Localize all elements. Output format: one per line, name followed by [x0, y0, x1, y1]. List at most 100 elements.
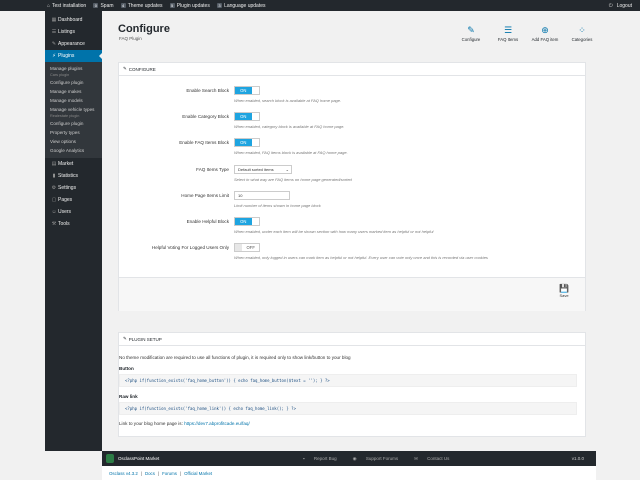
categories-icon: ⁘ — [578, 25, 586, 35]
home-link-text: Link to your blog home page is: https://… — [119, 421, 250, 426]
field-label: Helpful Voting For Logged Users Only — [151, 245, 229, 250]
sidebar-item-statistics[interactable]: ▮ Statistics — [45, 170, 102, 182]
logout-link[interactable]: ⏻ Logout — [607, 0, 632, 11]
home-link[interactable]: https://dev7.abprofitcade.eu/faq/ — [184, 421, 250, 426]
plugin-setup-panel: ✎ PLUGIN SETUP No theme modification are… — [118, 332, 586, 437]
sidebar-item-listings[interactable]: ☰ Listings — [45, 26, 102, 38]
osclass-version-link[interactable]: Osclass v4.3.2 — [109, 471, 138, 476]
toggle-state: OFF — [242, 244, 259, 251]
submenu-view-options[interactable]: View options — [45, 137, 102, 146]
raw-link-code-snippet[interactable]: <?php if(function_exists('faq_home_link'… — [119, 402, 577, 415]
sidebar-item-label: Plugins — [58, 53, 75, 59]
enable-search-block-toggle[interactable]: ON — [234, 86, 260, 95]
docs-link[interactable]: Docs — [145, 471, 155, 476]
wrench-icon: ✎ — [123, 336, 127, 341]
button-section-title: Button — [119, 366, 134, 371]
plugin-updates-label: Plugin updates — [176, 2, 210, 9]
users-icon: ☺ — [51, 209, 57, 215]
support-forums-link[interactable]: ◉ Support Forums — [353, 456, 406, 462]
helpful-voting-logged-only-toggle[interactable]: OFF — [234, 243, 260, 252]
contact-us-link[interactable]: ✉ Contact Us — [414, 456, 457, 462]
sidebar-item-dashboard[interactable]: ▦ Dashboard — [45, 14, 102, 26]
separator: | — [179, 470, 182, 476]
add-faq-item-button[interactable]: ⊕ Add FAQ item — [531, 23, 559, 42]
listings-icon: ☰ — [51, 29, 57, 35]
separator: | — [157, 470, 160, 476]
select-value: Default sorted items — [238, 167, 274, 172]
button-code-snippet[interactable]: <?php if(function_exists('faq_home_butto… — [119, 374, 577, 387]
raw-link-section-title: Raw link — [119, 394, 138, 399]
enable-category-block-toggle[interactable]: ON — [234, 112, 260, 121]
sidebar-item-plugins[interactable]: ⚡ Plugins — [45, 50, 102, 62]
configure-button[interactable]: ✎ Configure — [457, 23, 485, 42]
language-updates-link[interactable]: 3 Language updates — [216, 3, 266, 9]
submenu-property-types[interactable]: Property types — [45, 128, 102, 137]
footer-version: v1.0.0 — [571, 456, 584, 461]
wrench-icon: ✎ — [123, 66, 127, 71]
theme-updates-badge: 4 — [120, 3, 126, 8]
sidebar-item-tools[interactable]: ⚒ Tools — [45, 218, 102, 230]
submenu-manage-models[interactable]: Manage models — [45, 96, 102, 105]
configure-panel: ✎ CONFIGURE Enable Search Block ON When … — [118, 62, 586, 311]
toggle-state: ON — [235, 218, 252, 225]
faq-items-type-select[interactable]: Default sorted items ⌄ — [234, 165, 292, 174]
save-area: 💾 Save — [119, 277, 585, 311]
site-name: Test installation — [52, 2, 87, 9]
osclass-subfooter: Osclass v4.3.2 | Docs | Forums | Officia… — [102, 466, 596, 480]
toggle-state: ON — [235, 87, 252, 94]
spam-link[interactable]: 0 Spam — [93, 2, 114, 9]
osclasspoint-logo-icon — [106, 454, 114, 463]
sidebar-item-users[interactable]: ☺ Users — [45, 206, 102, 218]
official-market-link[interactable]: Official Market — [184, 471, 212, 476]
statistics-icon: ▮ — [52, 173, 56, 179]
configure-panel-heading: ✎ CONFIGURE — [119, 63, 585, 76]
setup-intro: No theme modification are required to us… — [119, 355, 351, 360]
theme-updates-link[interactable]: 4 Theme updates — [120, 2, 163, 9]
faq-items-button[interactable]: ☰ FAQ Items — [494, 23, 522, 42]
plugins-submenu: Manage plugins Cars plugin Configure plu… — [45, 62, 102, 158]
field-help: When enabled, search block is available … — [234, 98, 342, 103]
spam-count-badge: 0 — [93, 3, 99, 8]
sidebar-item-appearance[interactable]: ✎ Appearance — [45, 38, 102, 50]
save-button[interactable]: 💾 Save — [557, 284, 571, 304]
sidebar-item-label: Dashboard — [58, 17, 83, 23]
field-label: Enable FAQ Items Block — [179, 140, 229, 145]
spam-label: Spam — [100, 2, 114, 9]
submenu-manage-vehicle-types[interactable]: Manage vehicle types — [45, 105, 102, 114]
envelope-icon: ✉ — [414, 456, 420, 461]
enable-faq-items-block-toggle[interactable]: ON — [234, 138, 260, 147]
sidebar-item-label: Tools — [58, 221, 70, 227]
site-home-link[interactable]: ⌂ Test installation — [47, 3, 86, 9]
dashboard-icon: ▦ — [51, 17, 57, 23]
settings-icon: ⚙ — [51, 185, 57, 191]
submenu-google-analytics[interactable]: Google Analytics — [45, 146, 102, 155]
appearance-icon: ✎ — [51, 41, 57, 47]
home-page-items-limit-input[interactable]: 10 — [234, 191, 290, 200]
admin-top-bar: ⌂ Test installation 0 Spam 4 Theme updat… — [0, 0, 640, 11]
field-label: Enable Helpful Block — [186, 219, 229, 224]
submenu-configure-plugin-2[interactable]: Configure plugin — [45, 119, 102, 128]
field-help: Limit number of items shown in home page… — [234, 203, 321, 208]
sidebar-item-label: Market — [58, 161, 74, 167]
theme-updates-label: Theme updates — [127, 2, 163, 9]
field-label: Home Page Items Limit — [181, 193, 229, 198]
field-help: When enabled, only logged in users can m… — [234, 255, 488, 260]
categories-button[interactable]: ⁘ Categories — [568, 23, 596, 42]
add-faq-item-button-label: Add FAQ item — [531, 37, 559, 42]
report-bug-link[interactable]: ▪ Report Bug — [303, 456, 345, 462]
sidebar-item-market[interactable]: ▤ Market — [45, 158, 102, 170]
submenu-configure-plugin[interactable]: Configure plugin — [45, 78, 102, 87]
plugin-updates-link[interactable]: 5 Plugin updates — [169, 2, 210, 9]
submenu-manage-makes[interactable]: Manage makes — [45, 87, 102, 96]
footer-brand[interactable]: OsclassPoint Market — [118, 456, 159, 461]
field-label: Enable Category Block — [182, 114, 229, 119]
header-actions: ✎ Configure ☰ FAQ Items ⊕ Add FAQ item ⁘… — [448, 23, 596, 42]
sidebar-item-settings[interactable]: ⚙ Settings — [45, 182, 102, 194]
sidebar-item-pages[interactable]: ▢ Pages — [45, 194, 102, 206]
submenu-manage-plugins[interactable]: Manage plugins — [45, 64, 102, 73]
field-label: FAQ Items Type — [196, 167, 229, 172]
sidebar-item-label: Settings — [58, 185, 77, 191]
enable-helpful-block-toggle[interactable]: ON — [234, 217, 260, 226]
separator: | — [140, 470, 142, 476]
forums-link[interactable]: Forums — [162, 471, 177, 476]
